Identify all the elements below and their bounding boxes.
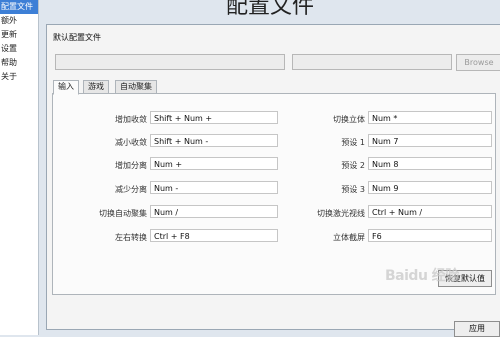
- sidebar-item-update[interactable]: 更新: [0, 28, 38, 42]
- field-label: 增加收敛: [115, 115, 147, 124]
- field-label: 减小收敛: [115, 138, 147, 147]
- field-label: 预设 2: [341, 161, 365, 170]
- tab-input[interactable]: 输入: [53, 80, 79, 95]
- sidebar-item-help[interactable]: 帮助: [0, 56, 38, 70]
- field-label: 预设 1: [341, 138, 365, 147]
- browse-button[interactable]: Browse: [456, 54, 500, 71]
- hotkey-input[interactable]: Num -: [150, 181, 278, 194]
- hotkey-input[interactable]: Num /: [150, 205, 278, 218]
- profile-select[interactable]: [55, 54, 285, 70]
- hotkey-input[interactable]: F6: [368, 229, 492, 242]
- profile-path-field[interactable]: [292, 54, 452, 70]
- hotkey-input[interactable]: Ctrl + Num /: [368, 205, 492, 218]
- hotkey-input[interactable]: Shift + Num -: [150, 134, 278, 147]
- baidu-watermark: Baidu 经验: [385, 265, 497, 295]
- sidebar-nav: 配置文件 额外 更新 设置 帮助 关于: [0, 0, 39, 335]
- page-title: 配置文件: [225, 0, 314, 19]
- field-label: 切换自动聚集: [99, 209, 147, 218]
- sidebar-item-about[interactable]: 关于: [0, 70, 38, 84]
- field-label: 增加分离: [115, 161, 147, 170]
- hotkey-input[interactable]: Num 8: [368, 157, 492, 170]
- watermark-text: Baidu 经验: [385, 268, 459, 284]
- sidebar-item-settings[interactable]: 设置: [0, 42, 38, 56]
- panel-title: 默认配置文件: [53, 33, 101, 42]
- hotkey-input[interactable]: Ctrl + F8: [150, 229, 278, 242]
- sidebar-item-extra[interactable]: 额外: [0, 14, 38, 28]
- field-label: 减少分离: [115, 185, 147, 194]
- hotkey-input[interactable]: Num 9: [368, 181, 492, 194]
- field-label: 切换立体: [333, 115, 365, 124]
- tab-game[interactable]: 游戏: [83, 80, 109, 94]
- hotkey-input[interactable]: Shift + Num +: [150, 111, 278, 124]
- field-label: 左右转换: [115, 233, 147, 242]
- field-label: 切换激光视线: [317, 209, 365, 218]
- hotkey-input[interactable]: Num 7: [368, 134, 492, 147]
- hotkey-input[interactable]: Num *: [368, 111, 492, 124]
- field-label: 立体截屏: [333, 233, 365, 242]
- sidebar-item-profiles[interactable]: 配置文件: [0, 0, 38, 14]
- field-label: 预设 3: [341, 185, 365, 194]
- tab-auto-focus[interactable]: 自动聚集: [115, 80, 157, 94]
- hotkey-input[interactable]: Num +: [150, 157, 278, 170]
